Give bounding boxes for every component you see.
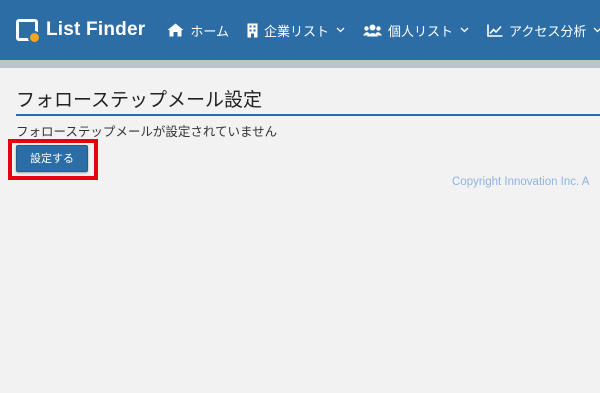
nav-item-home-label: ホーム xyxy=(190,24,229,40)
chevron-down-icon xyxy=(460,27,469,33)
users-icon xyxy=(362,24,382,37)
home-icon xyxy=(167,23,184,37)
empty-state-message: フォローステップメールが設定されていません xyxy=(16,124,278,139)
nav-item-home[interactable]: ホーム xyxy=(167,21,229,40)
setup-button[interactable]: 設定する xyxy=(16,145,88,172)
nav-item-access-analysis[interactable]: アクセス分析 xyxy=(487,21,600,40)
chart-icon xyxy=(487,24,503,37)
chevron-down-icon xyxy=(336,27,345,33)
brand-logo[interactable]: List Finder xyxy=(16,19,146,44)
chevron-down-icon xyxy=(593,27,600,33)
copyright-text: Copyright Innovation Inc. A xyxy=(452,176,590,188)
list-finder-logo-icon xyxy=(16,19,41,44)
nav-item-company-list[interactable]: 企業リスト xyxy=(247,21,345,40)
top-navigation-bar: List Finder ホーム 企業リスト 個人リスト アクセス分析 xyxy=(0,0,600,60)
nav-item-person-list-label: 個人リスト xyxy=(387,24,453,40)
building-icon xyxy=(247,23,258,38)
nav-item-access-analysis-label: アクセス分析 xyxy=(508,24,587,40)
brand-name: List Finder xyxy=(46,19,146,40)
nav-item-company-list-label: 企業リスト xyxy=(263,24,329,40)
page-title: フォローステップメール設定 xyxy=(16,85,600,116)
subheader-divider xyxy=(0,60,600,68)
nav-item-person-list[interactable]: 個人リスト xyxy=(362,21,469,40)
main-nav: ホーム 企業リスト 個人リスト アクセス分析 xyxy=(167,21,600,40)
